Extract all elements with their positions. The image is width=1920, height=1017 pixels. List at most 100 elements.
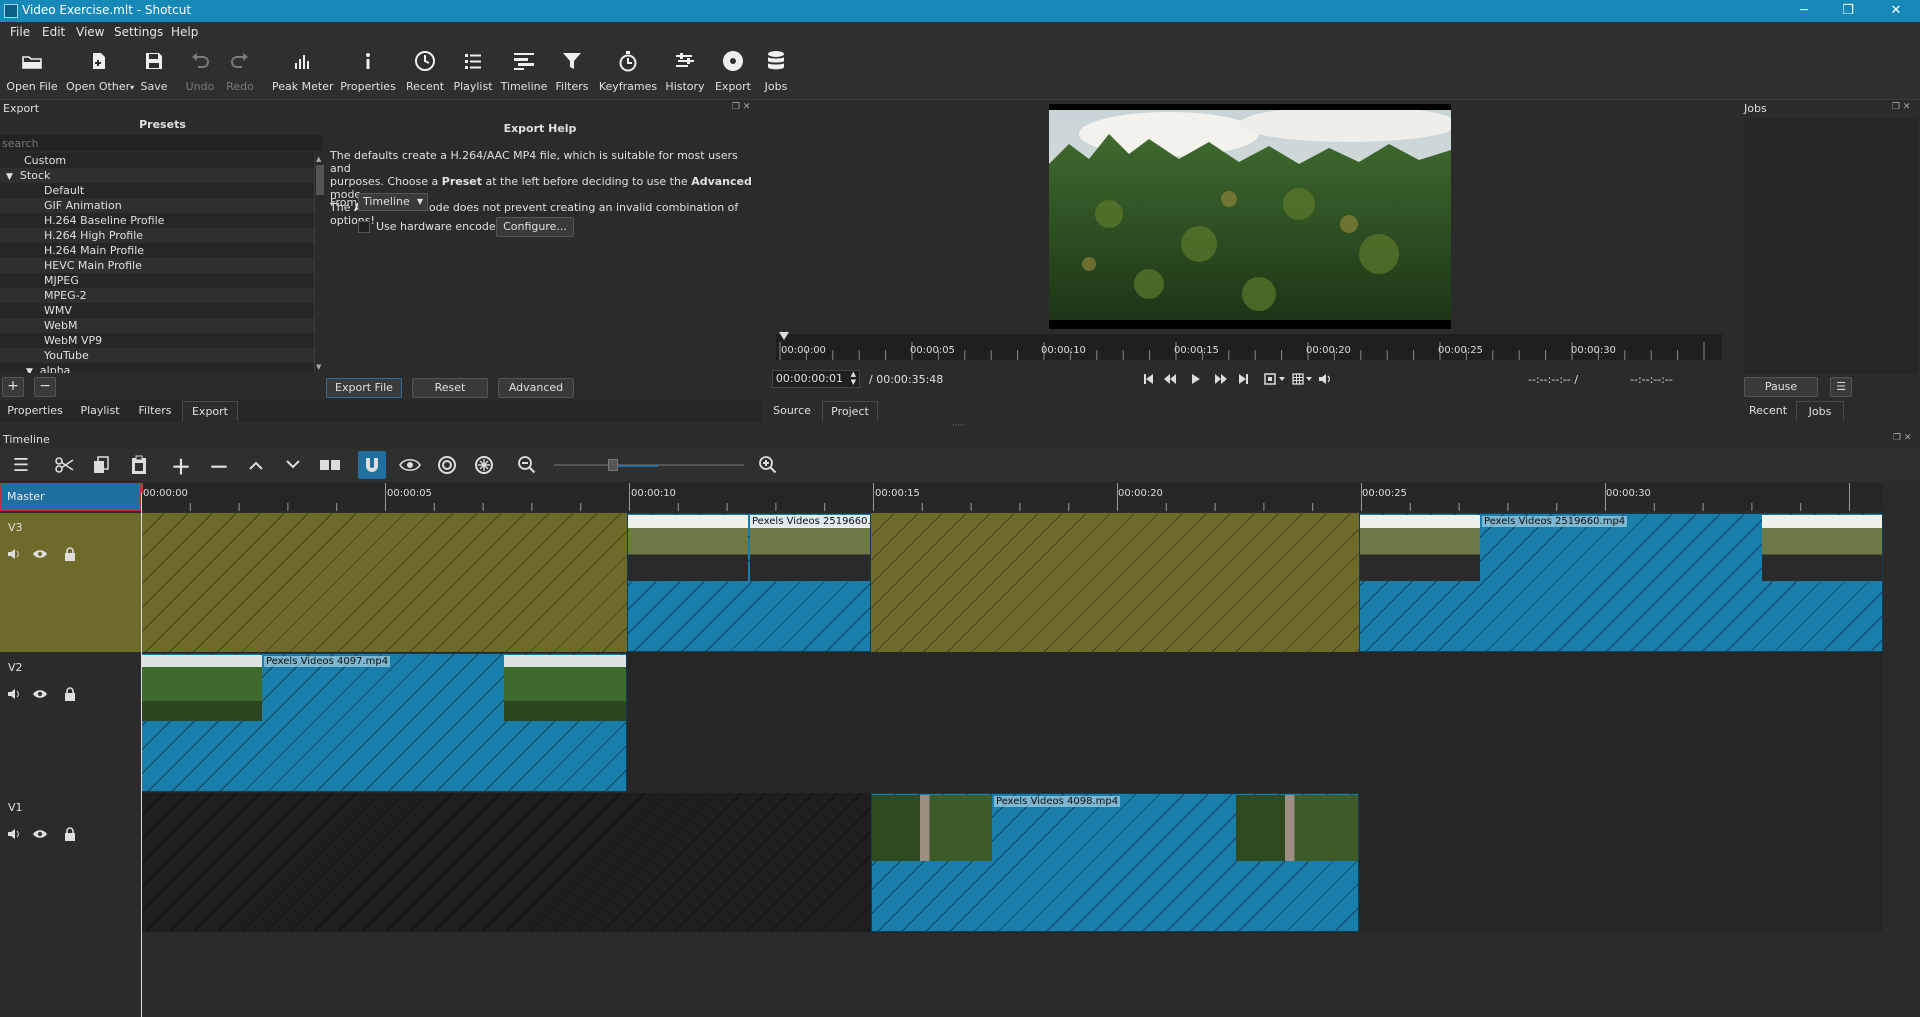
- cut-button[interactable]: [52, 453, 78, 477]
- add-preset-button[interactable]: +: [2, 377, 24, 397]
- tab-export[interactable]: Export: [182, 401, 238, 421]
- video-clip[interactable]: Pexels Videos 2519660.mp4: [627, 513, 871, 652]
- master-track-header[interactable]: Master: [0, 483, 141, 511]
- playhead-marker[interactable]: [779, 332, 789, 340]
- grid-icon[interactable]: [1292, 373, 1312, 385]
- scrub-toggle[interactable]: [397, 453, 423, 477]
- preset-item[interactable]: H.264 Baseline Profile: [0, 213, 314, 228]
- blank-clip[interactable]: [871, 513, 1359, 652]
- zoom-fit-icon[interactable]: [1264, 373, 1285, 385]
- tab-jobs[interactable]: Jobs: [1796, 401, 1844, 421]
- preset-item[interactable]: YouTube: [0, 348, 314, 363]
- close-button[interactable]: ✕: [1874, 0, 1918, 22]
- menu-help[interactable]: Help: [171, 25, 198, 39]
- preset-group-alpha[interactable]: ▼ alpha: [0, 363, 314, 373]
- timeline-playhead[interactable]: [141, 483, 142, 1017]
- blank-clip[interactable]: [141, 513, 627, 652]
- ripple-delete-button[interactable]: －: [206, 453, 232, 479]
- menu-edit[interactable]: Edit: [42, 25, 65, 39]
- remove-preset-button[interactable]: −: [34, 377, 56, 397]
- player-ruler[interactable]: 00:00:00 00:00:05 00:00:10 00:00:15 00:0…: [776, 332, 1722, 360]
- jobs-dock-buttons[interactable]: ❐ ✕: [1892, 102, 1910, 112]
- track-header-v2[interactable]: V2: [0, 653, 141, 792]
- export-dock-buttons[interactable]: ❐ ✕: [732, 102, 750, 112]
- append-button[interactable]: ＋: [168, 453, 194, 479]
- peak-meter-button[interactable]: Peak Meter: [272, 43, 333, 99]
- lock-icon[interactable]: [62, 827, 78, 841]
- keyframes-button[interactable]: Keyframes: [598, 43, 658, 99]
- zoom-slider-handle[interactable]: [608, 459, 618, 471]
- spin-arrows-icon[interactable]: ▲ ▼: [851, 370, 856, 386]
- preset-item[interactable]: MJPEG: [0, 273, 314, 288]
- playlist-button[interactable]: Playlist: [452, 43, 494, 99]
- snap-toggle[interactable]: [358, 451, 386, 479]
- speaker-icon[interactable]: [6, 827, 22, 841]
- skip-to-start-icon[interactable]: [1144, 374, 1153, 384]
- copy-button[interactable]: [88, 453, 114, 477]
- video-preview[interactable]: [1049, 104, 1451, 329]
- tab-properties[interactable]: Properties: [2, 401, 68, 421]
- lock-icon[interactable]: [62, 687, 78, 701]
- preset-list[interactable]: Custom ▼ Stock Default GIF Animation H.2…: [0, 153, 314, 373]
- volume-icon[interactable]: [1319, 374, 1330, 384]
- pause-jobs-button[interactable]: Pause: [1744, 377, 1818, 397]
- from-select[interactable]: Timeline ▼: [358, 193, 428, 211]
- tab-source[interactable]: Source: [768, 401, 816, 421]
- redo-button[interactable]: Redo: [222, 43, 258, 99]
- lock-icon[interactable]: [62, 547, 78, 561]
- rewind-icon[interactable]: [1164, 374, 1176, 384]
- configure-button[interactable]: Configure...: [496, 217, 574, 237]
- timeline-dock-buttons[interactable]: ❐ ✕: [1893, 433, 1911, 443]
- scroll-up-icon[interactable]: ▲: [316, 155, 321, 163]
- maximize-button[interactable]: ❐: [1826, 0, 1870, 22]
- open-file-button[interactable]: Open File: [4, 43, 60, 99]
- splitter-handle[interactable]: ·····: [952, 421, 965, 430]
- scroll-thumb[interactable]: [316, 165, 324, 195]
- jobs-menu-button[interactable]: ☰: [1830, 377, 1852, 397]
- menu-file[interactable]: File: [10, 25, 30, 39]
- preset-item[interactable]: GIF Animation: [0, 198, 314, 213]
- overwrite-button[interactable]: [280, 453, 306, 477]
- preset-item[interactable]: WMV: [0, 303, 314, 318]
- eye-icon[interactable]: [32, 547, 48, 561]
- jobs-list[interactable]: [1744, 118, 1918, 374]
- save-button[interactable]: Save: [136, 43, 172, 99]
- eye-icon[interactable]: [32, 687, 48, 701]
- minimize-button[interactable]: ─: [1782, 0, 1826, 22]
- timeline-menu-button[interactable]: ☰: [8, 453, 34, 477]
- empty-region[interactable]: [141, 793, 871, 932]
- menu-view[interactable]: View: [76, 25, 104, 39]
- video-clip[interactable]: Pexels Videos 4098.mp4: [871, 793, 1359, 932]
- play-icon[interactable]: [1192, 374, 1200, 384]
- timeline-button[interactable]: Timeline: [500, 43, 548, 99]
- track-header-v3[interactable]: V3: [0, 513, 141, 652]
- paste-button[interactable]: [126, 453, 152, 477]
- split-button[interactable]: [317, 453, 343, 477]
- open-other-button[interactable]: Open Other▾: [66, 43, 134, 99]
- history-button[interactable]: History: [664, 43, 706, 99]
- export-file-button[interactable]: Export File: [326, 378, 402, 398]
- preset-item[interactable]: HEVC Main Profile: [0, 258, 314, 273]
- ripple-toggle[interactable]: [434, 453, 460, 477]
- fast-forward-icon[interactable]: [1215, 374, 1227, 384]
- zoom-out-button[interactable]: [514, 453, 540, 477]
- preset-search-input[interactable]: [0, 135, 322, 151]
- position-timecode-field[interactable]: 00:00:00:01 ▲ ▼: [772, 370, 860, 388]
- skip-to-end-icon[interactable]: [1239, 374, 1248, 384]
- ripple-all-tracks-toggle[interactable]: [471, 453, 497, 477]
- undo-button[interactable]: Undo: [182, 43, 218, 99]
- preset-item[interactable]: WebM: [0, 318, 314, 333]
- preset-item[interactable]: Custom: [0, 153, 314, 168]
- properties-button[interactable]: Properties: [340, 43, 396, 99]
- tab-recent[interactable]: Recent: [1744, 401, 1792, 421]
- track-header-v1[interactable]: V1: [0, 793, 141, 932]
- preset-group-stock[interactable]: ▼ Stock: [0, 168, 314, 183]
- menu-settings[interactable]: Settings: [114, 25, 163, 39]
- zoom-in-button[interactable]: [755, 453, 781, 477]
- video-clip[interactable]: Pexels Videos 2519660.mp4: [1359, 513, 1883, 652]
- recent-button[interactable]: Recent: [404, 43, 446, 99]
- lift-button[interactable]: [243, 453, 269, 477]
- hw-encoder-checkbox[interactable]: [358, 221, 370, 233]
- preset-item[interactable]: WebM VP9: [0, 333, 314, 348]
- preset-item[interactable]: H.264 Main Profile: [0, 243, 314, 258]
